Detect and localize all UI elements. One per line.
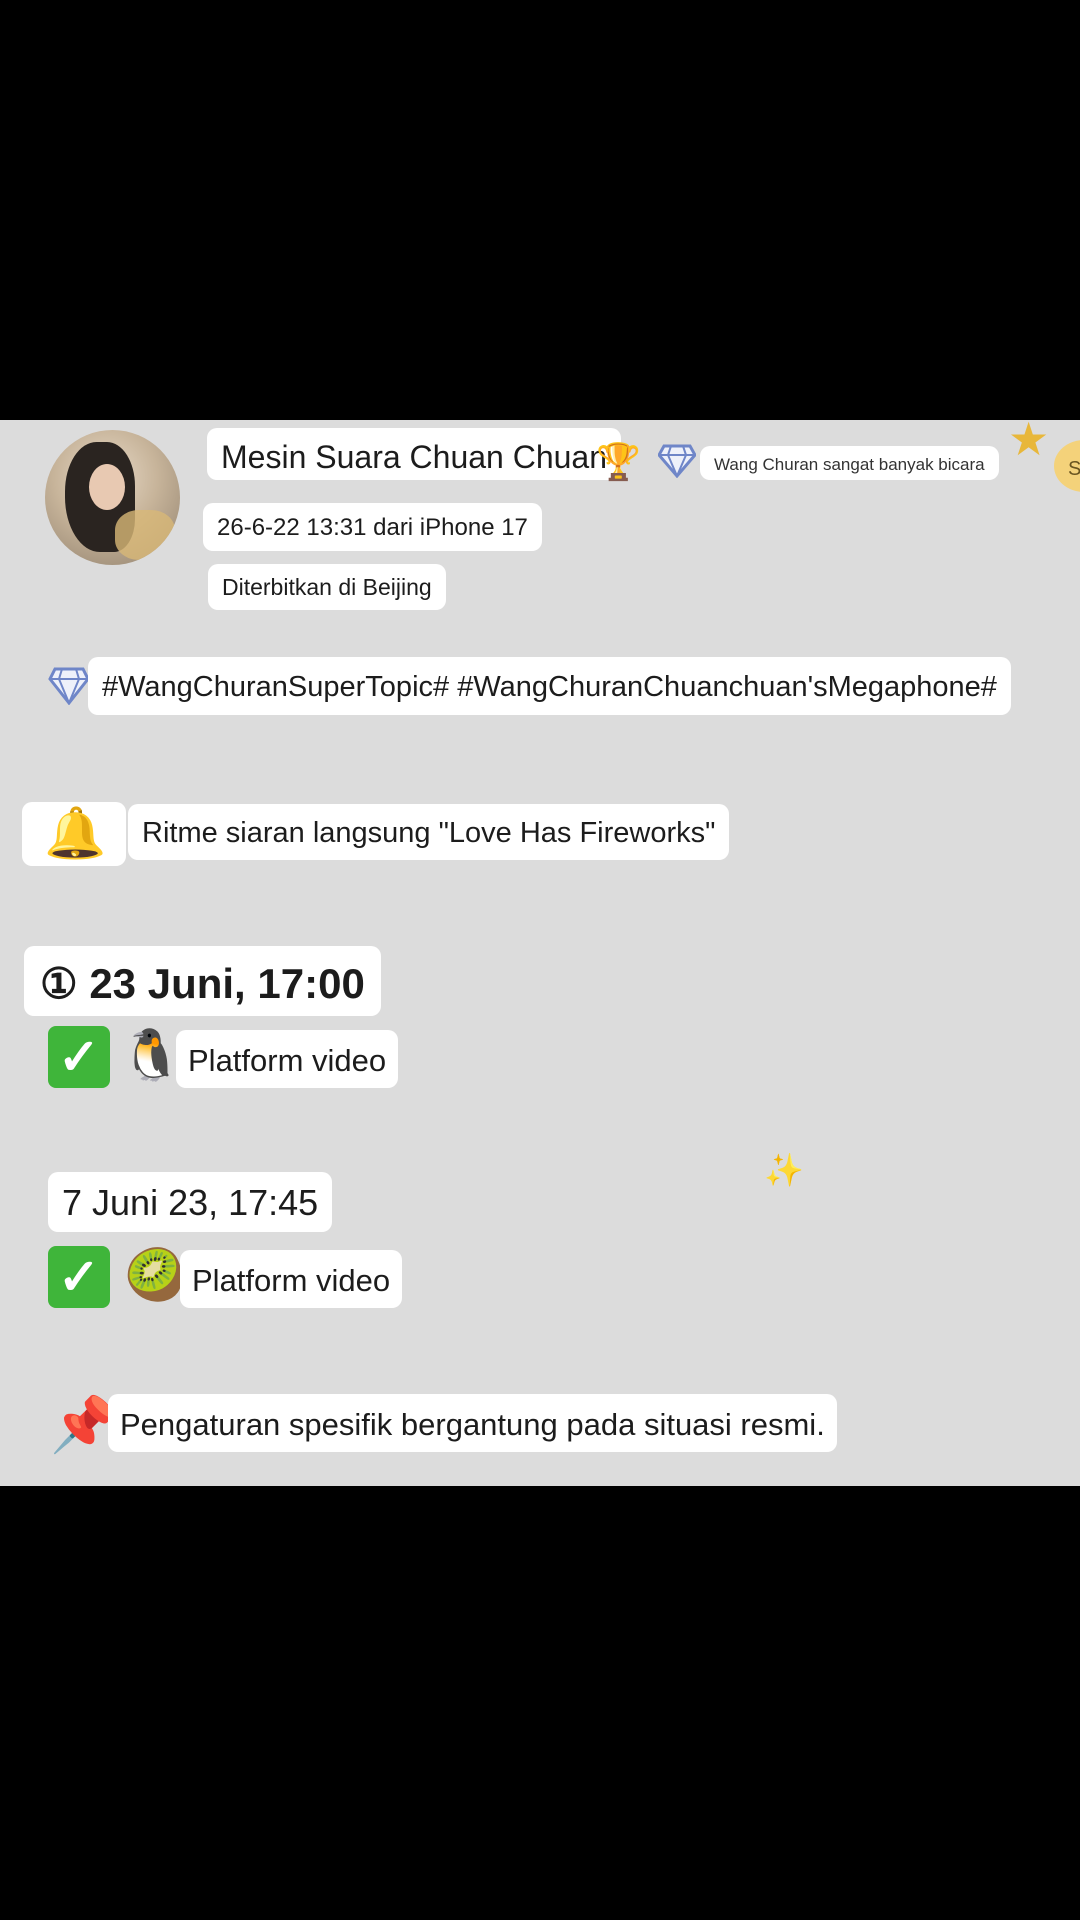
- diamond-icon: [48, 667, 90, 705]
- check-mark-icon: ✓: [48, 1026, 110, 1088]
- corner-badge[interactable]: S: [1054, 440, 1080, 492]
- avatar-ornament: [115, 510, 175, 560]
- sparkles-icon: ✨: [764, 1152, 804, 1188]
- author-badge[interactable]: Wang Churan sangat banyak bicara: [700, 446, 999, 480]
- level-badge-icon: 🏆: [596, 441, 641, 482]
- post-card: Mesin Suara Chuan Chuan 🏆 Wang Churan sa…: [0, 420, 1080, 1486]
- post-timestamp[interactable]: 26-6-22 13:31 dari iPhone 17: [203, 503, 542, 551]
- schedule-platform: Platform video: [180, 1250, 403, 1308]
- schedule-time: ① 23 Juni, 17:00: [24, 946, 381, 1016]
- schedule-time: 7 Juni 23, 17:45: [48, 1172, 333, 1232]
- author-name[interactable]: Mesin Suara Chuan Chuan: [207, 428, 622, 480]
- topic-hashtags[interactable]: #WangChuranSuperTopic# #WangChuranChuanc…: [88, 657, 1011, 715]
- headline: Ritme siaran langsung "Love Has Firework…: [128, 804, 730, 860]
- kiwi-icon: 🥝: [124, 1247, 187, 1303]
- video-frame: Mesin Suara Chuan Chuan 🏆 Wang Churan sa…: [0, 0, 1080, 1920]
- bell-icon: 🔔: [44, 805, 107, 861]
- bell-icon-bubble: 🔔: [22, 802, 126, 866]
- avatar[interactable]: [45, 430, 180, 565]
- check-mark-icon: ✓: [48, 1246, 110, 1308]
- star-icon: ★: [1008, 420, 1050, 465]
- post-location: Diterbitkan di Beijing: [208, 564, 446, 610]
- diamond-icon: [658, 444, 696, 478]
- note-text: Pengaturan spesifik bergantung pada situ…: [108, 1394, 837, 1452]
- schedule-platform: Platform video: [176, 1030, 399, 1088]
- avatar-face: [89, 464, 125, 510]
- penguin-icon: 🐧: [120, 1027, 183, 1083]
